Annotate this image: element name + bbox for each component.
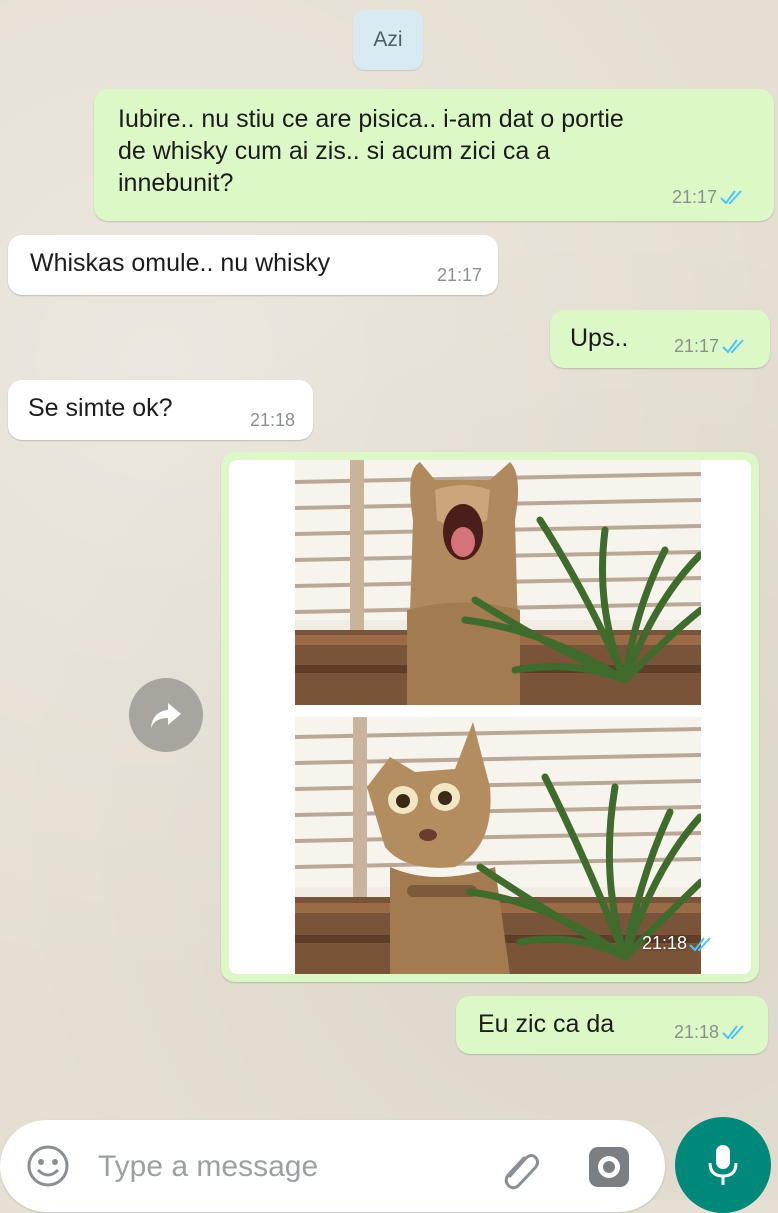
attach-icon[interactable] — [498, 1146, 542, 1190]
mic-button[interactable] — [675, 1117, 771, 1213]
camera-icon[interactable] — [586, 1144, 632, 1190]
message-time: 21:18 — [641, 933, 687, 953]
double-check-icon — [720, 190, 742, 205]
emoji-icon[interactable] — [26, 1144, 70, 1188]
image-message[interactable]: 21:18 — [221, 452, 759, 982]
message-text: Eu zic ca da — [478, 1010, 615, 1038]
message-meta: 21:17 — [437, 259, 482, 291]
message-meta: 21:18 — [250, 404, 295, 436]
message-text: Iubire.. nu stiu ce are pisica.. i-am da… — [118, 105, 624, 197]
message-time: 21:17 — [671, 187, 717, 207]
message-meta: 21:18 — [674, 1016, 748, 1048]
message-bubble-outgoing[interactable]: Ups.. 21:17 — [550, 310, 770, 368]
image-container — [229, 460, 751, 974]
message-input[interactable]: Type a message — [98, 1150, 318, 1184]
message-text: Se simte ok? — [28, 394, 173, 422]
message-bubble-incoming[interactable]: Se simte ok? 21:18 — [8, 380, 313, 440]
message-text: Ups.. — [570, 324, 629, 352]
double-check-icon — [689, 936, 711, 952]
forward-icon — [151, 703, 181, 728]
double-check-icon — [722, 1025, 744, 1040]
message-meta: 21:17 — [672, 181, 746, 213]
message-time: 21:18 — [673, 1022, 719, 1042]
message-time: 21:17 — [673, 336, 719, 356]
message-bubble-outgoing[interactable]: Eu zic ca da 21:18 — [456, 996, 768, 1054]
double-check-icon — [722, 339, 744, 354]
mic-icon — [708, 1145, 738, 1185]
cat-photo-top[interactable] — [295, 460, 701, 705]
forward-button[interactable] — [129, 678, 203, 752]
date-chip-label: Azi — [373, 28, 403, 51]
message-bubble-outgoing[interactable]: Iubire.. nu stiu ce are pisica.. i-am da… — [94, 89, 774, 221]
date-chip: Azi — [353, 10, 423, 70]
image-meta: 21:18 — [642, 933, 715, 954]
message-time: 21:17 — [436, 265, 482, 285]
message-input-bar[interactable]: Type a message — [0, 1120, 665, 1212]
cat-photo-bottom[interactable] — [295, 717, 701, 974]
message-meta: 21:17 — [674, 330, 748, 362]
message-time: 21:18 — [249, 410, 295, 430]
message-text: Whiskas omule.. nu whisky — [30, 249, 331, 277]
message-bubble-incoming[interactable]: Whiskas omule.. nu whisky 21:17 — [8, 235, 498, 295]
